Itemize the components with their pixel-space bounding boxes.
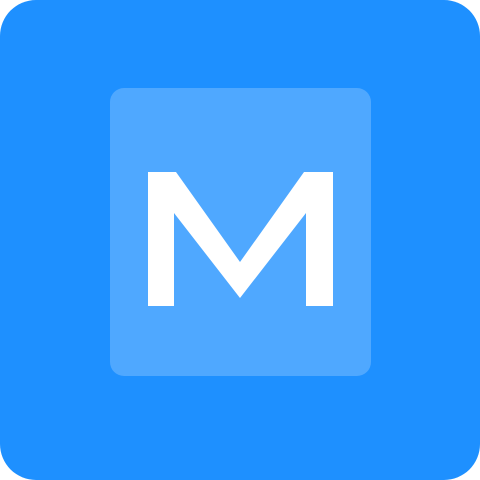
m-letter-shape: [148, 172, 333, 306]
m-letter-icon: [148, 172, 333, 306]
app-icon[interactable]: [0, 0, 480, 480]
